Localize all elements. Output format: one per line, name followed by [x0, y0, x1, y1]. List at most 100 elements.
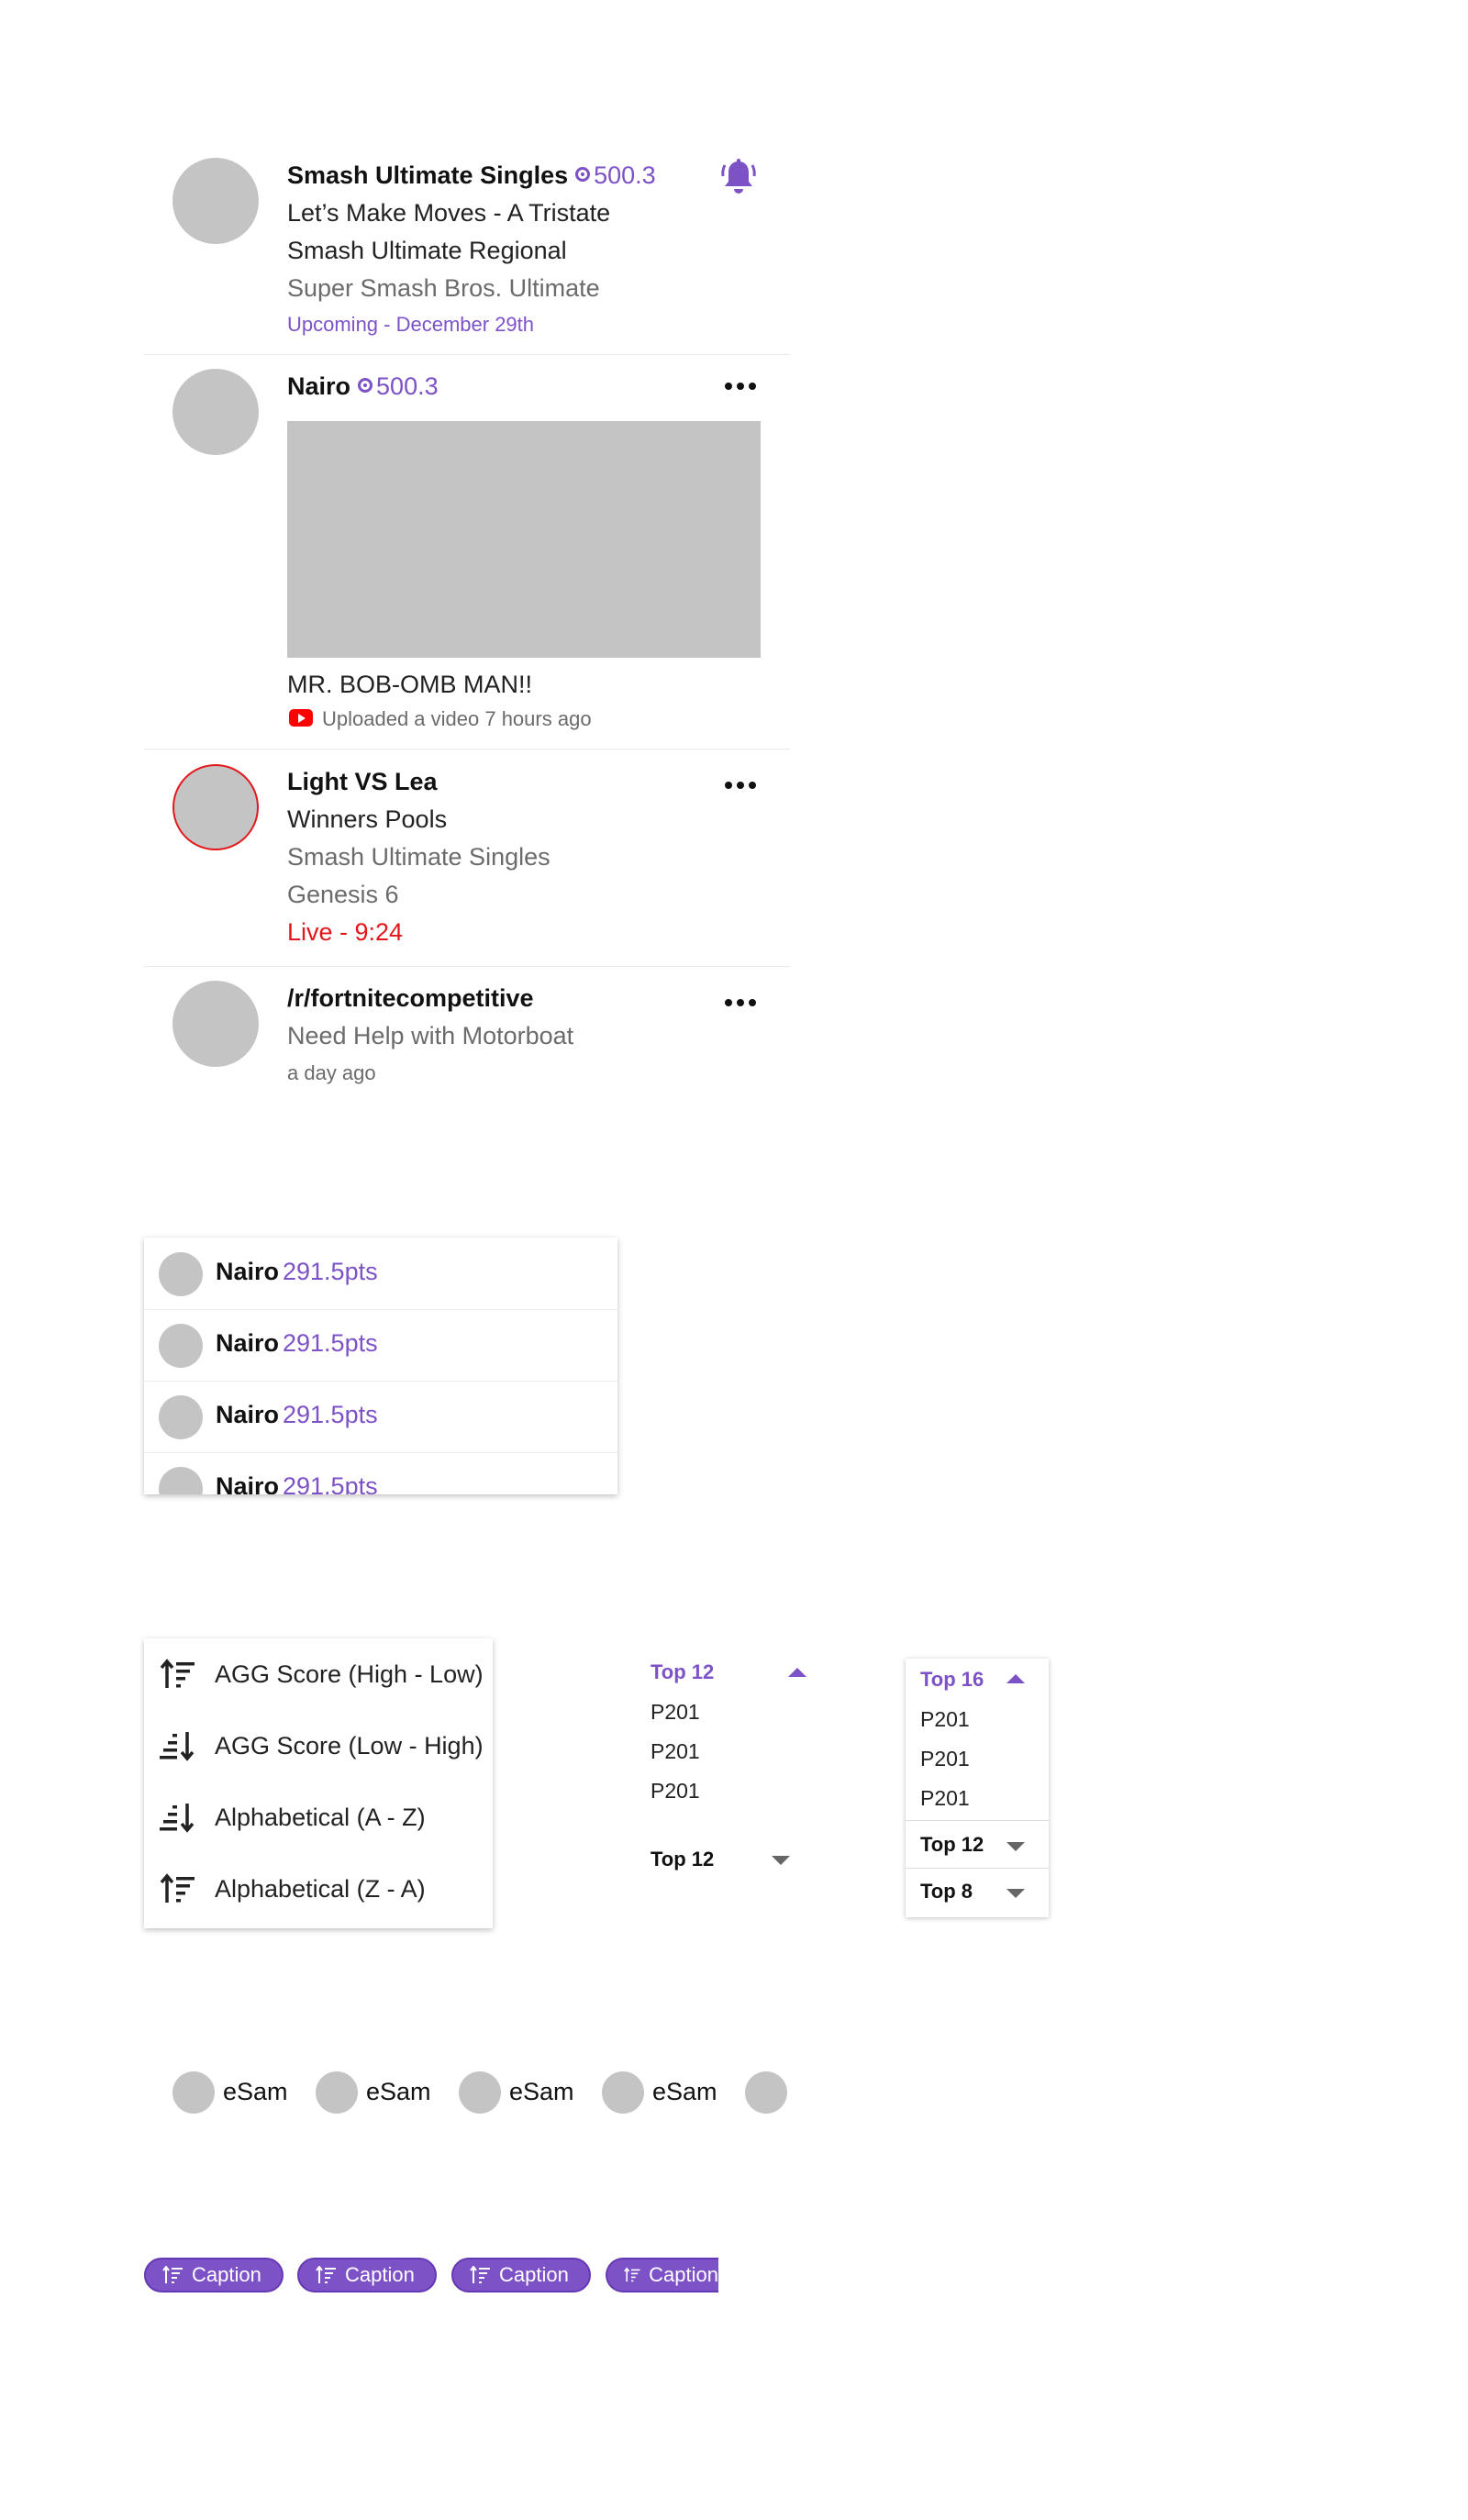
- avatar[interactable]: [172, 158, 259, 244]
- player-name: Nairo: [216, 1401, 280, 1428]
- avatar[interactable]: [172, 764, 259, 850]
- player-points: 291.5pts: [283, 1401, 378, 1428]
- video-thumbnail[interactable]: [287, 421, 761, 658]
- chevron-down-icon: [772, 1856, 790, 1865]
- feed-item-title: Nairo: [287, 372, 351, 400]
- feed-item-title: Smash Ultimate Singles: [287, 161, 569, 189]
- feed-item-score: 500.3: [376, 372, 439, 400]
- leaderboard-row[interactable]: Nairo 291.5pts: [144, 1238, 617, 1309]
- player-name[interactable]: eSam: [509, 2078, 574, 2106]
- sort-ascending-icon: [160, 1804, 195, 1833]
- leaderboard-row[interactable]: Nairo 291.5pts: [144, 1381, 617, 1452]
- sort-option[interactable]: Alphabetical (A - Z): [144, 1782, 493, 1853]
- player-name[interactable]: eSam: [366, 2078, 431, 2106]
- feed-item-tournament: Genesis 6: [287, 881, 399, 908]
- feed-item-title: Light VS Lea: [287, 768, 438, 795]
- sort-descending-icon: [160, 1659, 195, 1688]
- sort-ascending-icon: [160, 1732, 195, 1761]
- more-icon[interactable]: [725, 383, 756, 390]
- sort-option[interactable]: AGG Score (High - Low): [144, 1638, 493, 1710]
- avatar: [159, 1467, 203, 1494]
- avatar[interactable]: [459, 2071, 501, 2114]
- divider: [144, 966, 790, 967]
- chevron-down-icon: [1006, 1889, 1025, 1898]
- divider: [906, 1820, 1049, 1821]
- feed-item-event: Smash Ultimate Singles: [287, 843, 550, 871]
- chip-label: Caption: [499, 2263, 569, 2286]
- avatar[interactable]: [172, 2071, 215, 2114]
- sort-menu: AGG Score (High - Low) AGG Score (Low - …: [144, 1638, 493, 1928]
- dropdown-selected: Top 12: [651, 1660, 715, 1683]
- player-points: 291.5pts: [283, 1329, 378, 1357]
- filter-dropdown-card: Top 16 P201 P201 P201 Top 12 Top 8: [906, 1659, 1049, 1917]
- dropdown-option[interactable]: P201: [920, 1747, 970, 1771]
- avatar: [159, 1324, 203, 1368]
- player-name[interactable]: eSam: [652, 2078, 717, 2106]
- caption-chip[interactable]: Caption: [144, 2258, 284, 2292]
- sort-descending-icon: [470, 2266, 490, 2283]
- sort-descending-icon: [624, 2267, 640, 2282]
- dropdown-option[interactable]: P201: [920, 1707, 970, 1732]
- feed-item-event-name: Let’s Make Moves - A Tristate: [287, 199, 611, 227]
- caption-chip[interactable]: Caption: [451, 2258, 591, 2292]
- avatar: [159, 1395, 203, 1439]
- feed-item-title-row: Smash Ultimate Singles 500.3: [287, 161, 656, 190]
- player-name: Nairo: [216, 1329, 280, 1357]
- player-points: 291.5pts: [283, 1258, 378, 1285]
- sort-descending-icon: [160, 1873, 195, 1903]
- dropdown-option[interactable]: P201: [651, 1700, 700, 1725]
- score-icon: [575, 166, 591, 182]
- score-icon: [358, 377, 373, 393]
- dropdown-option[interactable]: P201: [651, 1739, 700, 1764]
- avatar[interactable]: [602, 2071, 644, 2114]
- chevron-down-icon: [1006, 1842, 1025, 1851]
- dropdown-header[interactable]: Top 12: [651, 1660, 816, 1688]
- feed-item-game: Super Smash Bros. Ultimate: [287, 274, 600, 302]
- chip-label: Caption: [345, 2263, 415, 2286]
- chevron-up-icon: [1006, 1674, 1025, 1683]
- avatar[interactable]: [745, 2071, 787, 2114]
- sort-option[interactable]: AGG Score (Low - High): [144, 1710, 493, 1782]
- caption-chip[interactable]: Caption: [606, 2258, 718, 2292]
- dropdown-collapsed[interactable]: Top 12: [651, 1848, 806, 1875]
- feed-item-status: Upcoming - December 29th: [287, 313, 535, 336]
- avatar[interactable]: [316, 2071, 358, 2114]
- youtube-icon: [289, 709, 313, 727]
- avatar[interactable]: [172, 369, 259, 455]
- more-icon[interactable]: [725, 999, 756, 1006]
- dropdown-label: Top 12: [920, 1833, 984, 1856]
- dropdown-collapsed[interactable]: Top 12: [920, 1833, 1040, 1860]
- avatar[interactable]: [172, 981, 259, 1067]
- caption-chip[interactable]: Caption: [297, 2258, 437, 2292]
- feed-item-meta: Uploaded a video 7 hours ago: [322, 707, 592, 730]
- video-title[interactable]: MR. BOB-OMB MAN!!: [287, 671, 532, 699]
- more-icon[interactable]: [725, 782, 756, 789]
- dropdown-header[interactable]: Top 16: [920, 1668, 1040, 1695]
- player-points: 291.5pts: [283, 1472, 378, 1494]
- leaderboard-card: Nairo 291.5pts Nairo 291.5pts Nairo 291.…: [144, 1238, 617, 1494]
- chip-label: Caption: [649, 2263, 718, 2286]
- chip-label: Caption: [192, 2263, 261, 2286]
- sort-option[interactable]: Alphabetical (Z - A): [144, 1853, 493, 1925]
- leaderboard-row[interactable]: Nairo 291.5pts: [144, 1309, 617, 1381]
- dropdown-collapsed[interactable]: Top 8: [920, 1880, 1040, 1907]
- feed-item-score: 500.3: [594, 161, 656, 189]
- player-name: Nairo: [216, 1258, 280, 1285]
- dropdown-option[interactable]: P201: [651, 1779, 700, 1804]
- sort-option-label: AGG Score (Low - High): [215, 1732, 484, 1760]
- sort-descending-icon: [316, 2266, 336, 2283]
- sort-descending-icon: [162, 2266, 183, 2283]
- player-name[interactable]: eSam: [223, 2078, 288, 2106]
- leaderboard-row[interactable]: Nairo 291.5pts: [144, 1452, 617, 1494]
- feed-item-title: /r/fortnitecompetitive: [287, 984, 534, 1012]
- dropdown-selected: Top 16: [920, 1668, 984, 1691]
- player-name: Nairo: [216, 1472, 280, 1494]
- sort-option-label: AGG Score (High - Low): [215, 1660, 484, 1688]
- feed-item-title-row: Nairo 500.3: [287, 372, 439, 401]
- live-status: Live - 9:24: [287, 918, 404, 946]
- bell-icon[interactable]: [720, 158, 757, 198]
- feed-item-meta: a day ago: [287, 1061, 376, 1084]
- dropdown-option[interactable]: P201: [920, 1786, 970, 1811]
- feed-item-post-title: Need Help with Motorboat: [287, 1022, 574, 1049]
- chevron-up-icon: [788, 1668, 806, 1677]
